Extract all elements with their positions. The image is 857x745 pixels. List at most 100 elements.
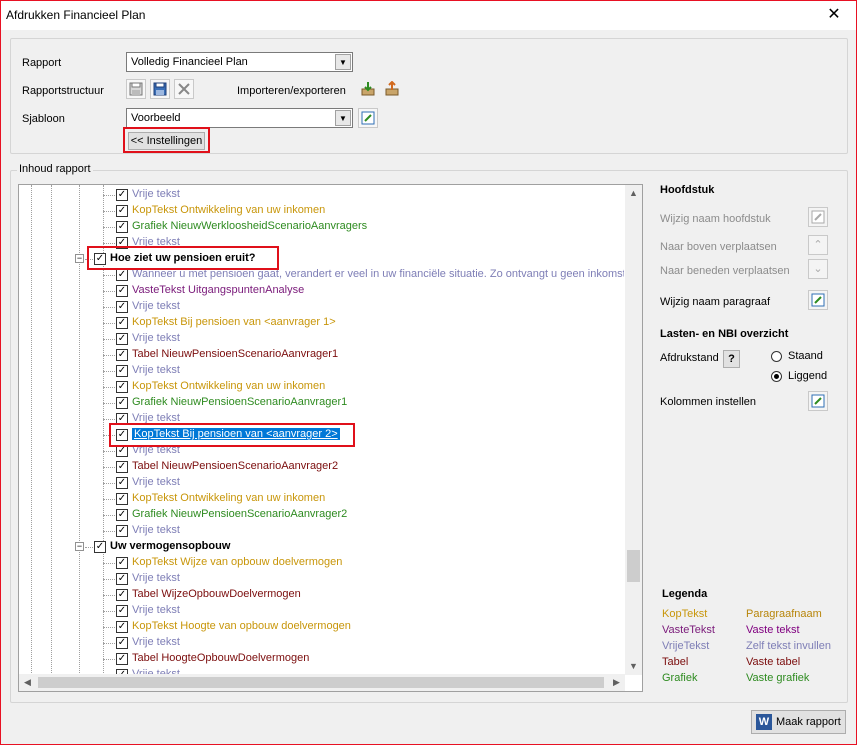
tree-guide [103,499,115,500]
tree-item[interactable]: ✓ KopTekst Bij pensioen van <aanvrager 1> [19,315,624,331]
edit-icon [811,394,825,408]
tree-item[interactable]: ✓ Tabel NieuwPensioenScenarioAanvrager2 [19,459,624,475]
tree-guide [103,243,115,244]
tree-item-checkbox[interactable]: ✓ [94,541,106,553]
tree-item-checkbox[interactable]: ✓ [116,269,128,281]
tree-item[interactable]: ✓ Grafiek NieuwPensioenScenarioAanvrager1 [19,395,624,411]
window-title: Afdrukken Financieel Plan [6,8,146,22]
tree-guide [103,195,115,196]
collapse-icon[interactable]: − [75,254,84,263]
scroll-up-icon[interactable]: ▲ [625,185,642,202]
collapse-icon[interactable]: − [75,542,84,551]
move-down-button[interactable]: ⌄ [808,259,828,279]
tree-item-checkbox[interactable]: ✓ [116,333,128,345]
instellingen-button[interactable]: << Instellingen [128,132,205,150]
tree-item[interactable]: ✓ KopTekst Hoogte van opbouw doelvermogen [19,619,624,635]
save-icon [129,82,143,96]
tree-item[interactable]: ✓ Tabel NieuwPensioenScenarioAanvrager1 [19,347,624,363]
tree-horizontal-scrollbar[interactable]: ◀ ▶ [19,674,625,691]
scroll-down-icon[interactable]: ▼ [625,658,642,675]
tree-item[interactable]: ✓ Vrije tekst [19,571,624,587]
tree-item-label: Vrije tekst [132,604,180,616]
tree-item-checkbox[interactable]: ✓ [116,589,128,601]
tree-item[interactable]: ✓ Vrije tekst [19,603,624,619]
export-button[interactable] [382,79,402,99]
tree-item-checkbox[interactable]: ✓ [116,205,128,217]
close-icon[interactable]: ✕ [812,1,856,30]
tree-item[interactable]: ✓ Vrije tekst [19,475,624,491]
tree-guide [85,547,93,548]
tree-item-label: KopTekst Ontwikkeling van uw inkomen [132,204,326,216]
tree-item[interactable]: ✓ KopTekst Ontwikkeling van uw inkomen [19,491,624,507]
highlight-pensioen-chapter [87,246,279,270]
tree-item[interactable]: ✓ Vrije tekst [19,187,624,203]
tree-item-checkbox[interactable]: ✓ [116,285,128,297]
tree-item[interactable]: ✓ Vrije tekst [19,523,624,539]
chevron-down-icon[interactable]: ▼ [335,54,351,70]
save-structure-button[interactable] [126,79,146,99]
tree-item-checkbox[interactable]: ✓ [116,477,128,489]
save-as-icon [153,82,167,96]
tree-item[interactable]: ✓ Grafiek NieuwWerkloosheidScenarioAanvra… [19,219,624,235]
scroll-thumb[interactable] [627,550,640,582]
tree-item[interactable]: ✓ Tabel WijzeOpbouwDoelvermogen [19,587,624,603]
tree-item-checkbox[interactable]: ✓ [116,349,128,361]
tree-item-checkbox[interactable]: ✓ [116,461,128,473]
save-as-structure-button[interactable] [150,79,170,99]
tree-item[interactable]: ✓ KopTekst Ontwikkeling van uw inkomen [19,379,624,395]
staand-radio[interactable] [771,351,782,362]
sjabloon-select[interactable]: Voorbeeld ▼ [126,108,353,128]
tree-item-checkbox[interactable]: ✓ [116,365,128,377]
tree-guide [103,611,115,612]
tree-guide [103,627,115,628]
afdrukstand-help-button[interactable]: ? [723,350,740,368]
tree-item-checkbox[interactable]: ✓ [116,189,128,201]
tree-guide [103,291,115,292]
tree-item-checkbox[interactable]: ✓ [116,637,128,649]
tree-item[interactable]: ✓ Tabel HoogteOpbouwDoelvermogen [19,651,624,667]
tree-item[interactable]: ✓ Grafiek NieuwPensioenScenarioAanvrager2 [19,507,624,523]
maak-rapport-button[interactable]: W Maak rapport [751,710,846,734]
tree-item-checkbox[interactable]: ✓ [116,301,128,313]
chevron-down-icon[interactable]: ▼ [335,110,351,126]
tree-item[interactable]: ✓ KopTekst Wijze van opbouw doelvermogen [19,555,624,571]
tree-item-checkbox[interactable]: ✓ [116,573,128,585]
scroll-thumb-horizontal[interactable] [38,677,604,688]
liggend-radio[interactable] [771,371,782,382]
delete-structure-button[interactable] [174,79,194,99]
tree-item-checkbox[interactable]: ✓ [116,381,128,393]
edit-icon [811,293,825,307]
tree-item-checkbox[interactable]: ✓ [116,221,128,233]
tree-item[interactable]: ✓ KopTekst Ontwikkeling van uw inkomen [19,203,624,219]
rapport-select[interactable]: Volledig Financieel Plan ▼ [126,52,353,72]
scroll-left-icon[interactable]: ◀ [19,674,36,691]
tree-item[interactable]: ✓ Vrije tekst [19,331,624,347]
tree-vertical-scrollbar[interactable]: ▲ ▼ [625,185,642,675]
tree-item-checkbox[interactable]: ✓ [116,397,128,409]
scroll-right-icon[interactable]: ▶ [608,674,625,691]
tree-guide [103,227,115,228]
tree-item-checkbox[interactable]: ✓ [116,621,128,633]
tree-item-checkbox[interactable]: ✓ [116,525,128,537]
tree-item[interactable]: ✓ Vrije tekst [19,299,624,315]
naar-boven-label: Naar boven verplaatsen [660,241,777,253]
tree-item-label: Vrije tekst [132,524,180,536]
tree-item[interactable]: ✓ Vrije tekst [19,363,624,379]
tree-item-label: Vrije tekst [132,572,180,584]
tree-item-checkbox[interactable]: ✓ [116,605,128,617]
edit-sjabloon-button[interactable] [358,108,378,128]
tree-guide [103,483,115,484]
kolommen-button[interactable] [808,391,828,411]
tree-item-checkbox[interactable]: ✓ [116,557,128,569]
tree-item-checkbox[interactable]: ✓ [116,653,128,665]
tree-item-checkbox[interactable]: ✓ [116,493,128,505]
tree-item-checkbox[interactable]: ✓ [116,317,128,329]
wijzig-hoofdstuk-button[interactable] [808,207,828,227]
import-button[interactable] [358,79,378,99]
tree-item-checkbox[interactable]: ✓ [116,509,128,521]
wijzig-paragraaf-button[interactable] [808,290,828,310]
tree-item[interactable]: ✓ Vrije tekst [19,635,624,651]
tree-item[interactable]: ✓ VasteTekst UitgangspuntenAnalyse [19,283,624,299]
tree-chapter[interactable]: − ✓ Uw vermogensopbouw [19,539,624,555]
move-up-button[interactable]: ⌃ [808,235,828,255]
